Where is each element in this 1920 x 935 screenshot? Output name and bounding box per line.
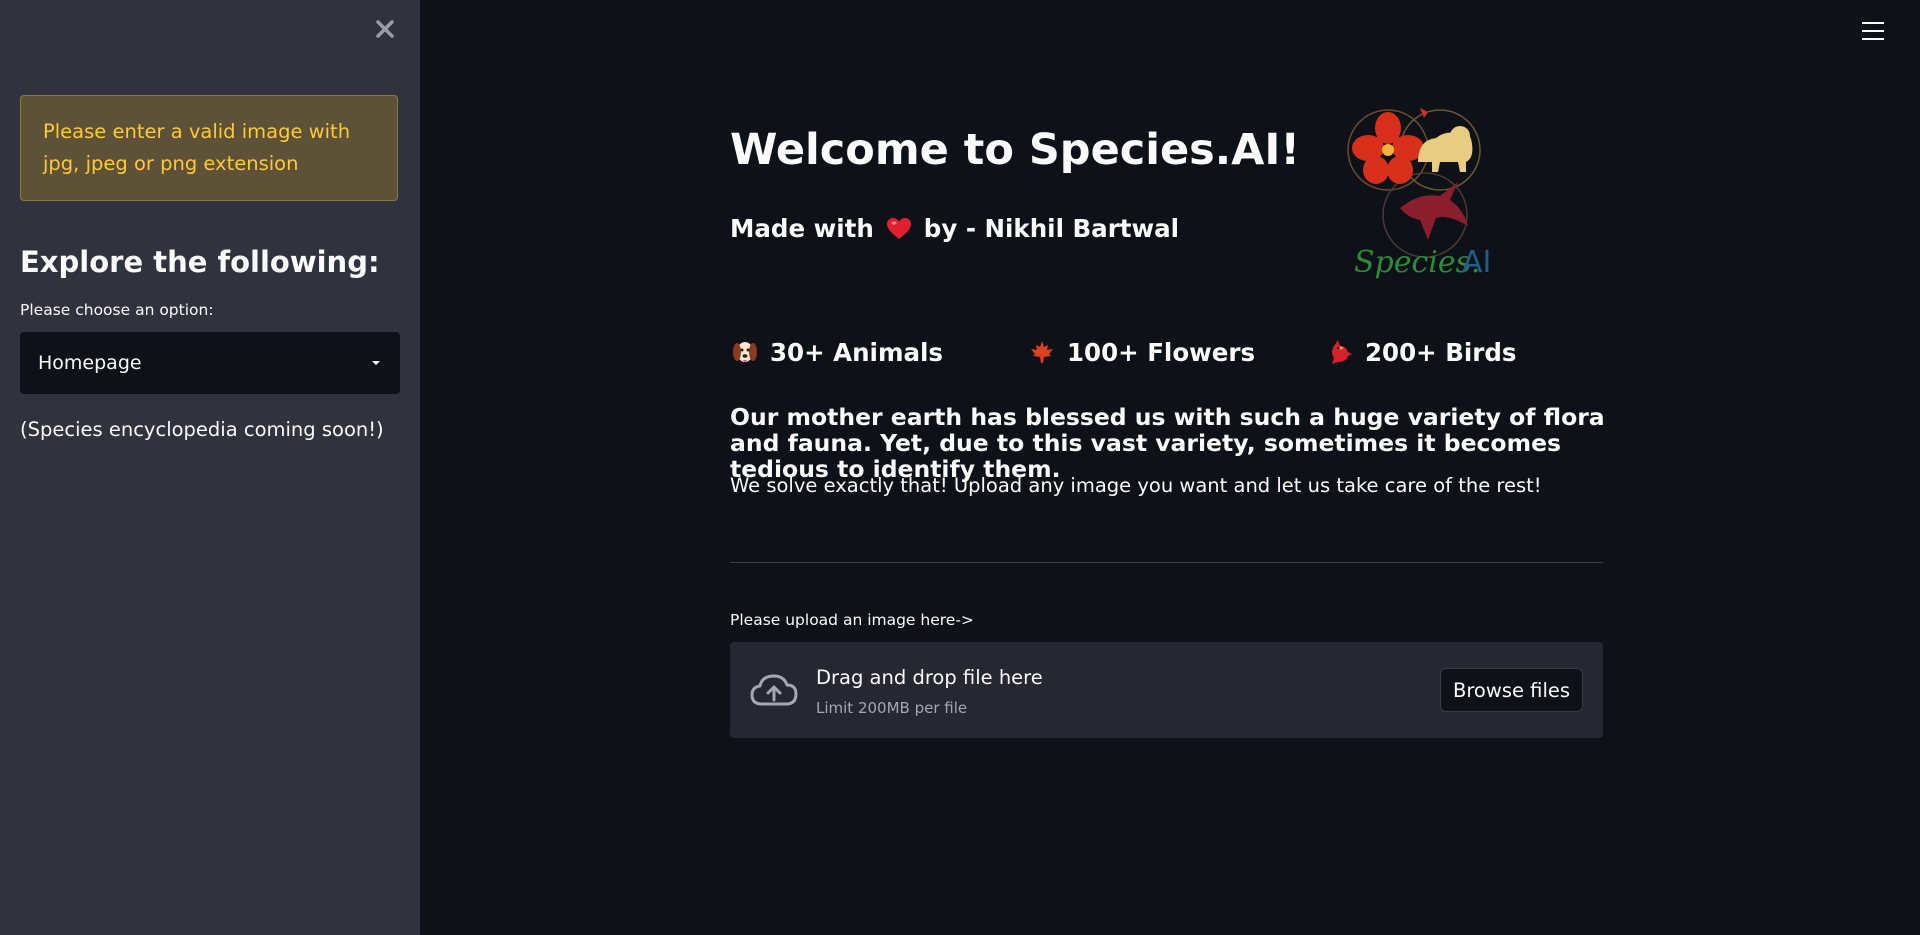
- bird-icon: [1325, 337, 1355, 367]
- cloud-upload-icon: [750, 674, 798, 706]
- option-select[interactable]: Homepage: [20, 332, 400, 394]
- upload-label: Please upload an image here->: [730, 611, 974, 629]
- warning-alert: Please enter a valid image with jpg, jpe…: [20, 95, 398, 201]
- maple-leaf-icon: [1027, 337, 1057, 367]
- browse-files-button[interactable]: Browse files: [1440, 668, 1583, 712]
- stat-birds: 200+ Birds: [1325, 337, 1516, 367]
- made-with-prefix: Made with: [730, 214, 874, 243]
- made-with-line: Made with by - Nikhil Bartwal: [730, 214, 1179, 243]
- dropzone-limit: Limit 200MB per file: [816, 699, 968, 717]
- caret-down-icon: [372, 361, 380, 365]
- heart-icon: [886, 217, 912, 241]
- logo-ai-text: AI: [1462, 245, 1491, 280]
- made-with-author: by - Nikhil Bartwal: [923, 214, 1180, 243]
- stat-label: 30+ Animals: [770, 337, 943, 367]
- stat-animals: 30+ Animals: [730, 337, 943, 367]
- page-title: Welcome to Species.AI!: [730, 125, 1300, 175]
- sidebar-heading: Explore the following:: [20, 245, 380, 279]
- stat-label: 100+ Flowers: [1067, 337, 1256, 367]
- close-sidebar-button[interactable]: [372, 16, 398, 42]
- intro-text: Our mother earth has blessed us with suc…: [730, 403, 1605, 483]
- dog-icon: [730, 337, 760, 367]
- stat-flowers: 100+ Flowers: [1027, 337, 1255, 367]
- sub-text: We solve exactly that! Upload any image …: [730, 474, 1542, 497]
- select-value: Homepage: [38, 352, 142, 374]
- menu-bar: [1862, 38, 1884, 40]
- sidebar: Please enter a valid image with jpg, jpe…: [0, 0, 420, 935]
- species-ai-logo: Species. AI: [1340, 100, 1520, 300]
- stat-label: 200+ Birds: [1365, 337, 1517, 367]
- encyclopedia-note: (Species encyclopedia coming soon!): [20, 418, 384, 441]
- dropzone-title: Drag and drop file here: [816, 666, 1043, 689]
- close-icon: [376, 20, 394, 38]
- divider: [730, 562, 1603, 563]
- menu-bar: [1862, 22, 1884, 24]
- menu-bar: [1862, 30, 1884, 32]
- select-label: Please choose an option:: [20, 301, 214, 319]
- file-dropzone[interactable]: Drag and drop file here Limit 200MB per …: [730, 642, 1603, 738]
- main-menu-button[interactable]: [1862, 20, 1884, 42]
